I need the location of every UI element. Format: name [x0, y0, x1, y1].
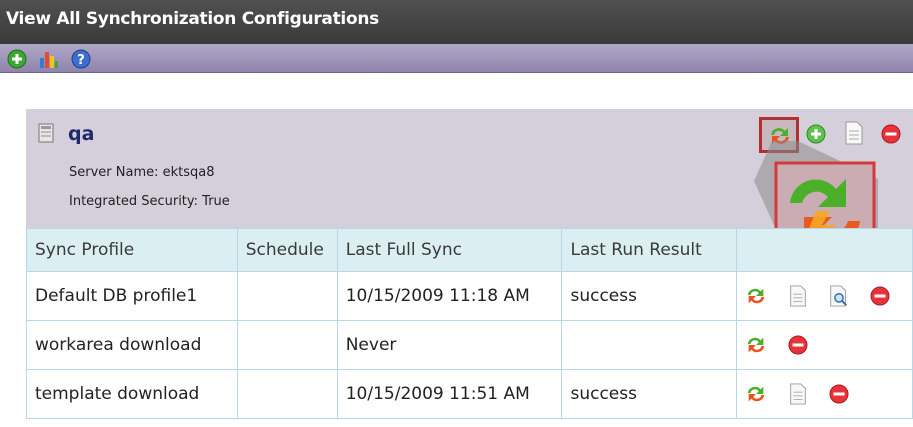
delete-icon[interactable] — [828, 383, 850, 405]
chart-icon[interactable] — [38, 48, 60, 70]
schedule-cell — [236, 271, 338, 321]
column-header-sync-profile: Sync Profile — [26, 228, 238, 272]
help-icon[interactable]: ? — [70, 48, 92, 70]
integrated-security: Integrated Security: True — [69, 194, 230, 209]
delete-icon[interactable] — [869, 285, 891, 307]
toolbar: ? — [0, 44, 913, 73]
last-full-sync-cell: Never — [336, 320, 563, 370]
server-name: Server Name: ektsqa8 — [69, 165, 215, 180]
sync-icon[interactable] — [745, 334, 767, 356]
profile-link[interactable]: template download — [26, 369, 238, 419]
table-row: Default DB profile1 10/15/2009 11:18 AM … — [26, 271, 913, 321]
delete-icon[interactable] — [880, 123, 902, 145]
profile-link[interactable]: Default DB profile1 — [26, 271, 238, 321]
sync-config-card: qa Server Name: ektsqa8 Integrated Secur… — [26, 109, 913, 427]
config-name: qa — [68, 123, 95, 145]
svg-text:?: ? — [77, 53, 85, 68]
table-row: template download 10/15/2009 11:51 AM su… — [26, 369, 913, 419]
sync-profiles-table: Sync Profile Schedule Last Full Sync Las… — [26, 228, 913, 419]
table-row: workarea download Never — [26, 320, 913, 370]
schedule-cell — [236, 320, 338, 370]
title-bar: View All Synchronization Configurations — [0, 0, 913, 44]
last-run-result-cell — [561, 320, 738, 370]
document-icon[interactable] — [787, 383, 809, 405]
window-title: View All Synchronization Configurations — [6, 9, 379, 29]
delete-icon[interactable] — [787, 334, 809, 356]
last-full-sync-cell: 10/15/2009 11:51 AM — [336, 369, 563, 419]
document-icon[interactable] — [787, 285, 809, 307]
sync-icon[interactable] — [745, 285, 767, 307]
database-icon — [38, 123, 54, 143]
last-run-result-cell: success — [561, 271, 738, 321]
row-actions — [736, 320, 913, 370]
column-header-schedule: Schedule — [236, 228, 338, 272]
schedule-cell — [236, 369, 338, 419]
column-header-last-full-sync: Last Full Sync — [336, 228, 563, 272]
column-header-last-run-result: Last Run Result — [561, 228, 738, 272]
preview-icon[interactable] — [828, 285, 850, 307]
row-actions — [736, 271, 913, 321]
last-full-sync-cell: 10/15/2009 11:18 AM — [336, 271, 563, 321]
last-run-result-cell: success — [561, 369, 738, 419]
row-actions — [736, 369, 913, 419]
document-icon[interactable] — [844, 121, 866, 145]
table-header-row: Sync Profile Schedule Last Full Sync Las… — [26, 228, 913, 272]
add-icon[interactable] — [6, 48, 28, 70]
sync-icon[interactable] — [745, 383, 767, 405]
column-header-actions — [736, 228, 913, 272]
profile-link[interactable]: workarea download — [26, 320, 238, 370]
